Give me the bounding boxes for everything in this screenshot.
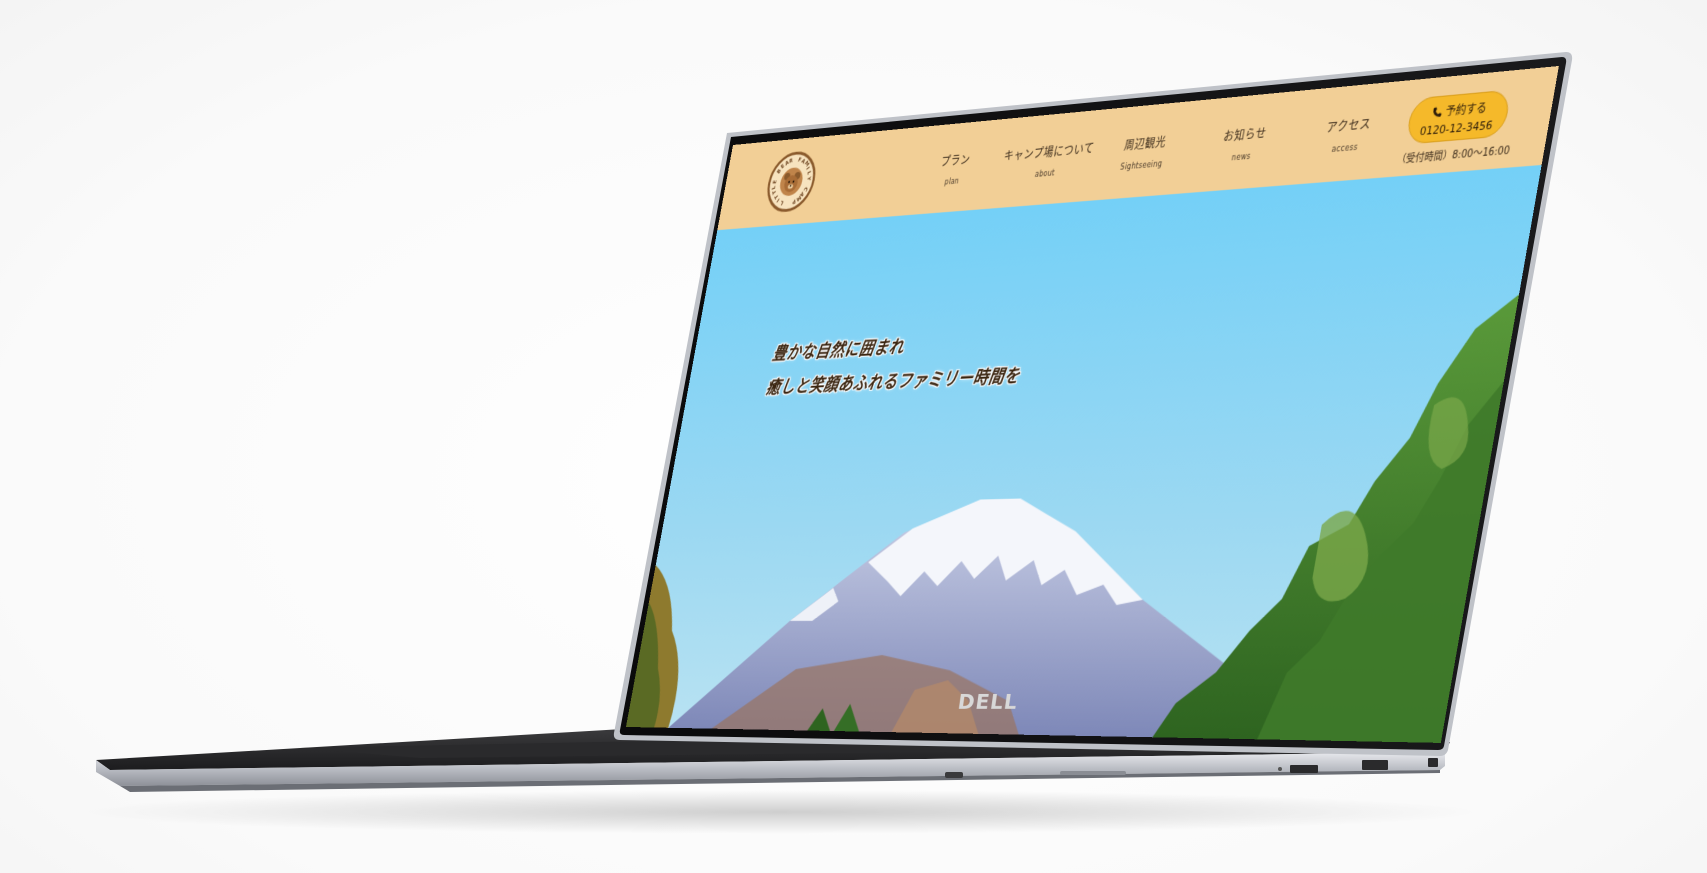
reserve-button[interactable]: 予約する 0120-12-3456 bbox=[1404, 89, 1512, 145]
nav-label: プラン bbox=[939, 152, 972, 169]
nav-sub: access bbox=[1331, 142, 1359, 155]
nav-label: お知らせ bbox=[1222, 126, 1268, 145]
logo-letter: E bbox=[772, 179, 779, 184]
hero: 豊かな自然に囲まれ 癒しと笑顔あふれるファミリー時間を bbox=[625, 164, 1542, 743]
logo-letter: Y bbox=[805, 176, 812, 182]
nav-item-news[interactable]: お知らせ news bbox=[1190, 121, 1298, 166]
nav-sub: about bbox=[1034, 168, 1056, 179]
nav-sub: news bbox=[1230, 151, 1252, 163]
hero-photo bbox=[625, 164, 1542, 743]
reserve-label: 予約する bbox=[1444, 101, 1488, 119]
logo-letter: L bbox=[779, 198, 785, 206]
phone-icon bbox=[1431, 106, 1443, 118]
nav-item-access[interactable]: アクセス access bbox=[1292, 112, 1404, 158]
logo-letter: P bbox=[791, 197, 796, 206]
mockup-stage: LITTLE BEAR FAMILY CAMP プラン plan キャンプ場につ… bbox=[0, 0, 1707, 873]
nav-sub: Sightseeing bbox=[1119, 159, 1163, 172]
nav-item-sightseeing[interactable]: 周辺観光 Sightseeing bbox=[1092, 130, 1196, 174]
laptop-brand-logo: DELL bbox=[956, 690, 1020, 714]
reserve-block: 予約する 0120-12-3456 （受付時間）8:00〜16:00 bbox=[1396, 89, 1518, 166]
hero-copy: 豊かな自然に囲まれ 癒しと笑顔あふれるファミリー時間を bbox=[763, 322, 1029, 405]
nav-item-about[interactable]: キャンプ場について about bbox=[997, 139, 1098, 182]
site-logo[interactable]: LITTLE BEAR FAMILY CAMP bbox=[762, 149, 821, 214]
nav-sub: plan bbox=[943, 176, 960, 187]
nav-label: 周辺観光 bbox=[1123, 135, 1168, 153]
website-screen: LITTLE BEAR FAMILY CAMP プラン plan キャンプ場につ… bbox=[625, 65, 1559, 743]
nav-label: アクセス bbox=[1325, 116, 1373, 136]
main-nav: プラン plan キャンプ場について about 周辺観光 Sightseein… bbox=[906, 112, 1404, 190]
logo-letter: R bbox=[789, 156, 794, 165]
nav-label: キャンプ場について bbox=[1002, 141, 1096, 164]
nav-item-plan[interactable]: プラン plan bbox=[906, 148, 1004, 190]
reserve-hours: （受付時間）8:00〜16:00 bbox=[1395, 145, 1511, 167]
